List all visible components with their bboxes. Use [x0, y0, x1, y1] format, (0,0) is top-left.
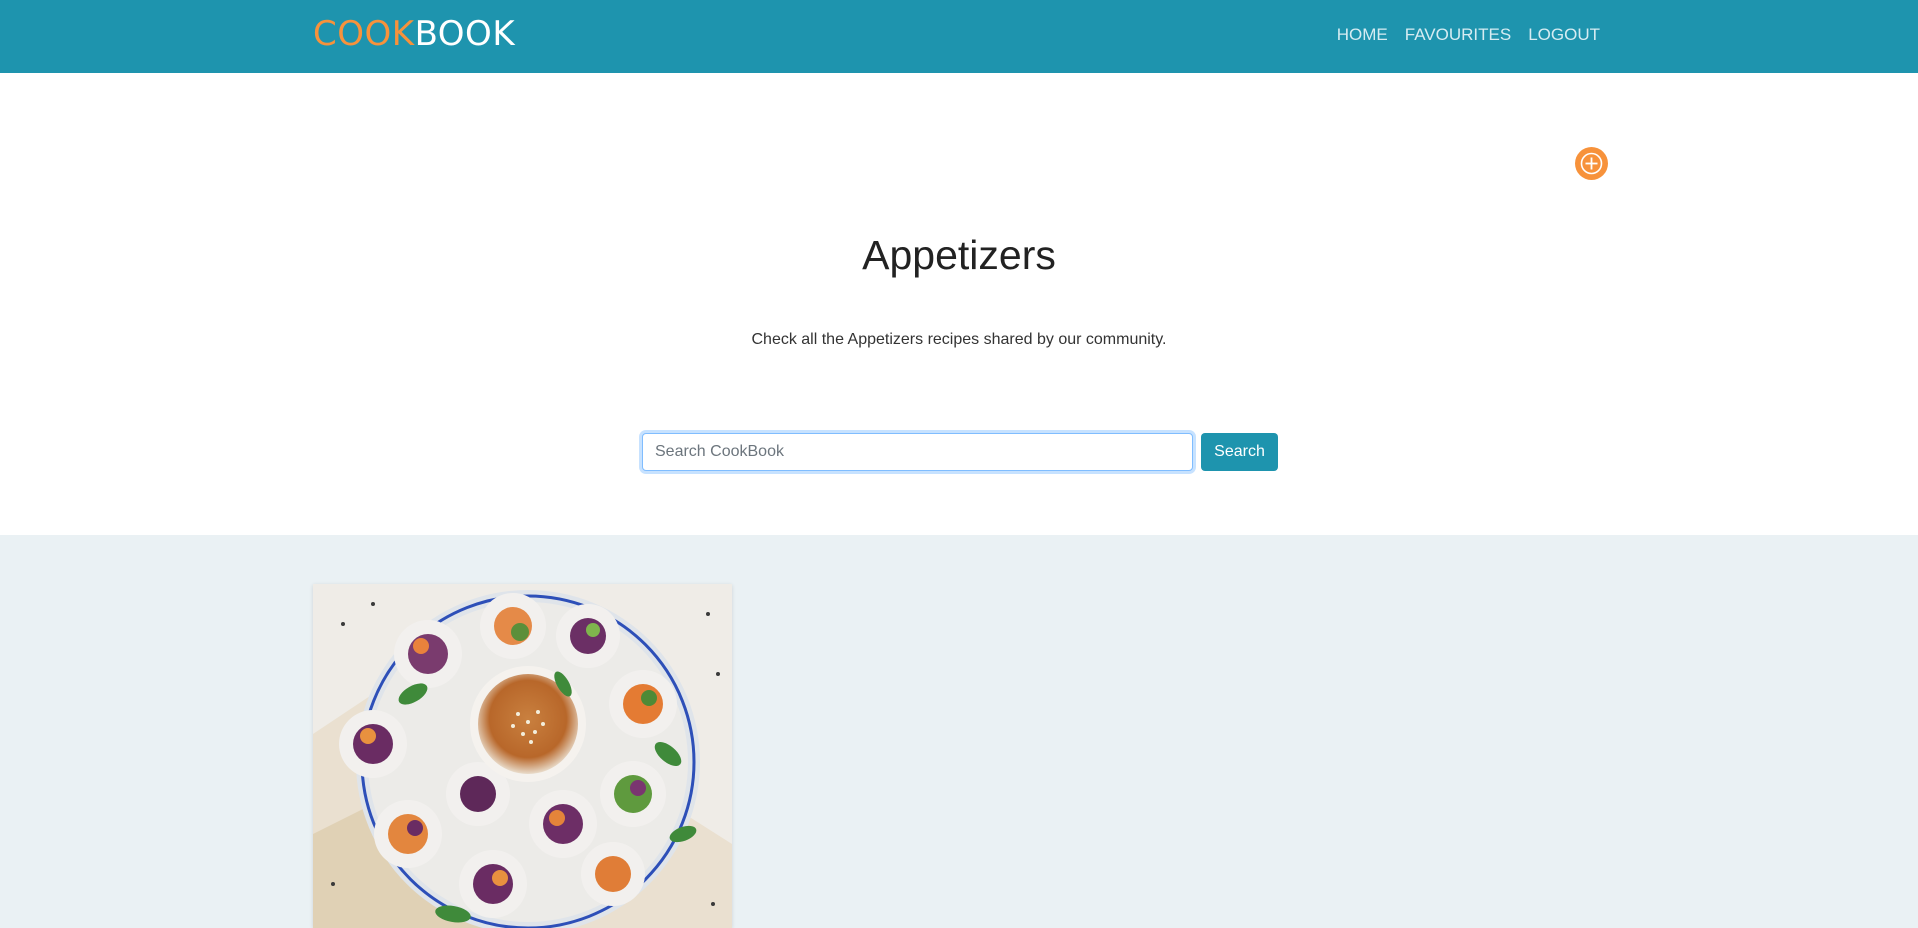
- navbar: COOKBOOK HOME FAVOURITES LOGOUT: [0, 0, 1918, 73]
- page-subtitle: Check all the Appetizers recipes shared …: [751, 331, 1167, 348]
- search-button[interactable]: Search: [1201, 433, 1278, 471]
- plus-icon: [1580, 152, 1603, 175]
- brand-logo-part2: BOOK: [414, 14, 516, 54]
- search-input[interactable]: [642, 433, 1193, 471]
- nav-links: HOME FAVOURITES LOGOUT: [1337, 24, 1600, 46]
- nav-home-link[interactable]: HOME: [1337, 24, 1388, 46]
- brand-logo[interactable]: COOKBOOK: [313, 14, 515, 54]
- add-recipe-button[interactable]: [1575, 147, 1608, 180]
- nav-logout-link[interactable]: LOGOUT: [1528, 24, 1600, 46]
- results-section: [0, 535, 1918, 928]
- spring-rolls-plate-image: [313, 584, 732, 928]
- nav-favourites-link[interactable]: FAVOURITES: [1405, 24, 1511, 46]
- recipe-card[interactable]: [313, 584, 732, 928]
- brand-logo-part1: COOK: [313, 14, 415, 54]
- page-title: Appetizers: [862, 232, 1056, 278]
